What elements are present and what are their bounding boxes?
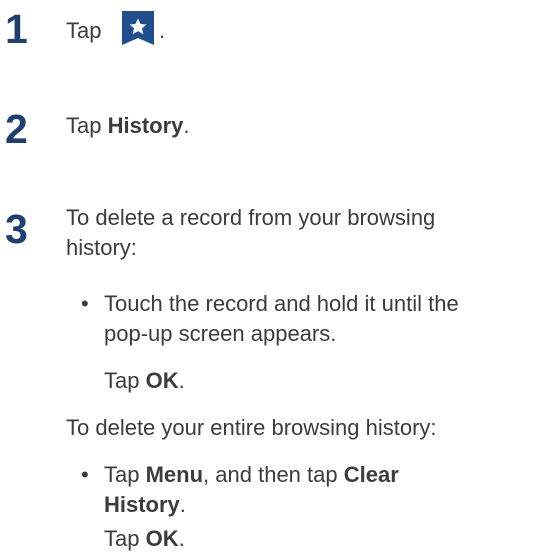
tap-ok-2-prefix: Tap	[104, 526, 146, 551]
bullet-2-history-label: History	[104, 492, 180, 517]
step-number-1: 1	[5, 6, 28, 52]
bullet-2-menu-label: Menu	[145, 462, 204, 487]
tap-ok-1-suffix: .	[178, 368, 185, 393]
bullet-2-middle: , and then tap	[203, 462, 344, 487]
tap-ok-2-suffix: .	[178, 526, 185, 551]
step-2-prefix: Tap	[66, 113, 108, 138]
bullet-2-prefix: Tap	[104, 462, 146, 487]
bookmark-star-icon	[122, 11, 154, 45]
step-2-text: Tap History.	[66, 112, 190, 139]
bullet-2-clear-label: Clear	[343, 462, 399, 487]
tap-ok-1: Tap OK.	[104, 367, 185, 394]
tap-ok-1-prefix: Tap	[104, 368, 146, 393]
step-1-tap-text: Tap	[66, 18, 102, 43]
tap-ok-2-ok-label: OK	[145, 526, 179, 551]
bullet-2-line-2: History.	[104, 491, 186, 518]
bullet-1: •	[81, 291, 89, 316]
bullet-2-suffix: .	[179, 492, 186, 517]
step-3-intro-line-1: To delete a record from your browsing	[66, 205, 436, 230]
bullet-1-line-2: pop-up screen appears.	[104, 321, 337, 346]
step-2-suffix: .	[183, 113, 190, 138]
step-2-history-label: History	[107, 113, 184, 138]
step-3-intro-2: To delete your entire browsing history:	[66, 415, 437, 440]
bullet-1-line-1: Touch the record and hold it until the	[104, 291, 459, 316]
tap-ok-2: Tap OK.	[104, 525, 185, 552]
step-number-2: 2	[5, 106, 28, 152]
step-1-text: Tap	[66, 17, 101, 44]
step-1-period: .	[159, 18, 166, 43]
step-3-intro-line-2: history:	[66, 235, 137, 260]
bullet-2: •	[81, 462, 89, 487]
bullet-2-line-1: Tap Menu, and then tap Clear	[104, 461, 399, 488]
step-number-3: 3	[5, 206, 28, 252]
tap-ok-1-ok-label: OK	[145, 368, 179, 393]
